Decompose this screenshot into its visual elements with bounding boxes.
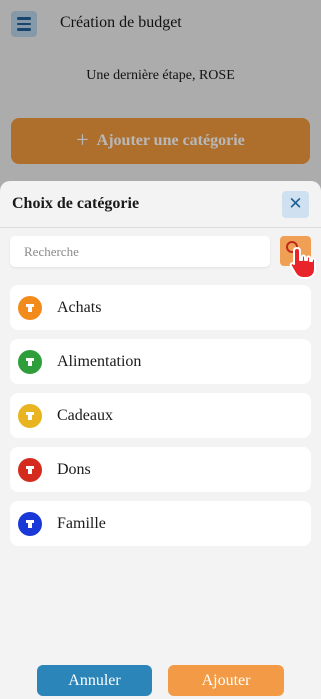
category-icon	[18, 403, 42, 428]
list-item[interactable]: Famille	[10, 501, 311, 546]
sheet-title: Choix de catégorie	[12, 195, 140, 212]
category-label: Famille	[57, 514, 106, 532]
close-button[interactable]: ✕	[282, 190, 309, 218]
search-row	[10, 236, 316, 279]
sheet-header: Choix de catégorie ✕	[0, 181, 321, 228]
category-picker-sheet: Choix de catégorie ✕ Achats Alimentation	[0, 181, 321, 699]
list-item[interactable]: Achats	[10, 285, 311, 330]
category-icon	[18, 511, 42, 536]
hand-cursor-icon	[289, 247, 316, 279]
category-icon	[18, 457, 42, 482]
list-item[interactable]: Alimentation	[10, 339, 311, 384]
category-label: Cadeaux	[57, 406, 113, 424]
search-input[interactable]	[10, 236, 270, 267]
cancel-button[interactable]: Annuler	[37, 665, 152, 696]
category-icon	[18, 349, 42, 374]
list-item[interactable]: Dons	[10, 447, 311, 492]
add-button[interactable]: Ajouter	[168, 665, 284, 696]
list-item[interactable]: Cadeaux	[10, 393, 311, 438]
close-icon: ✕	[288, 194, 303, 214]
category-label: Alimentation	[57, 352, 142, 370]
category-list: Achats Alimentation Cadeaux Dons Famille	[10, 285, 311, 546]
search-button[interactable]	[280, 236, 316, 279]
category-icon	[18, 295, 42, 320]
category-label: Dons	[57, 460, 91, 478]
category-label: Achats	[57, 298, 102, 316]
